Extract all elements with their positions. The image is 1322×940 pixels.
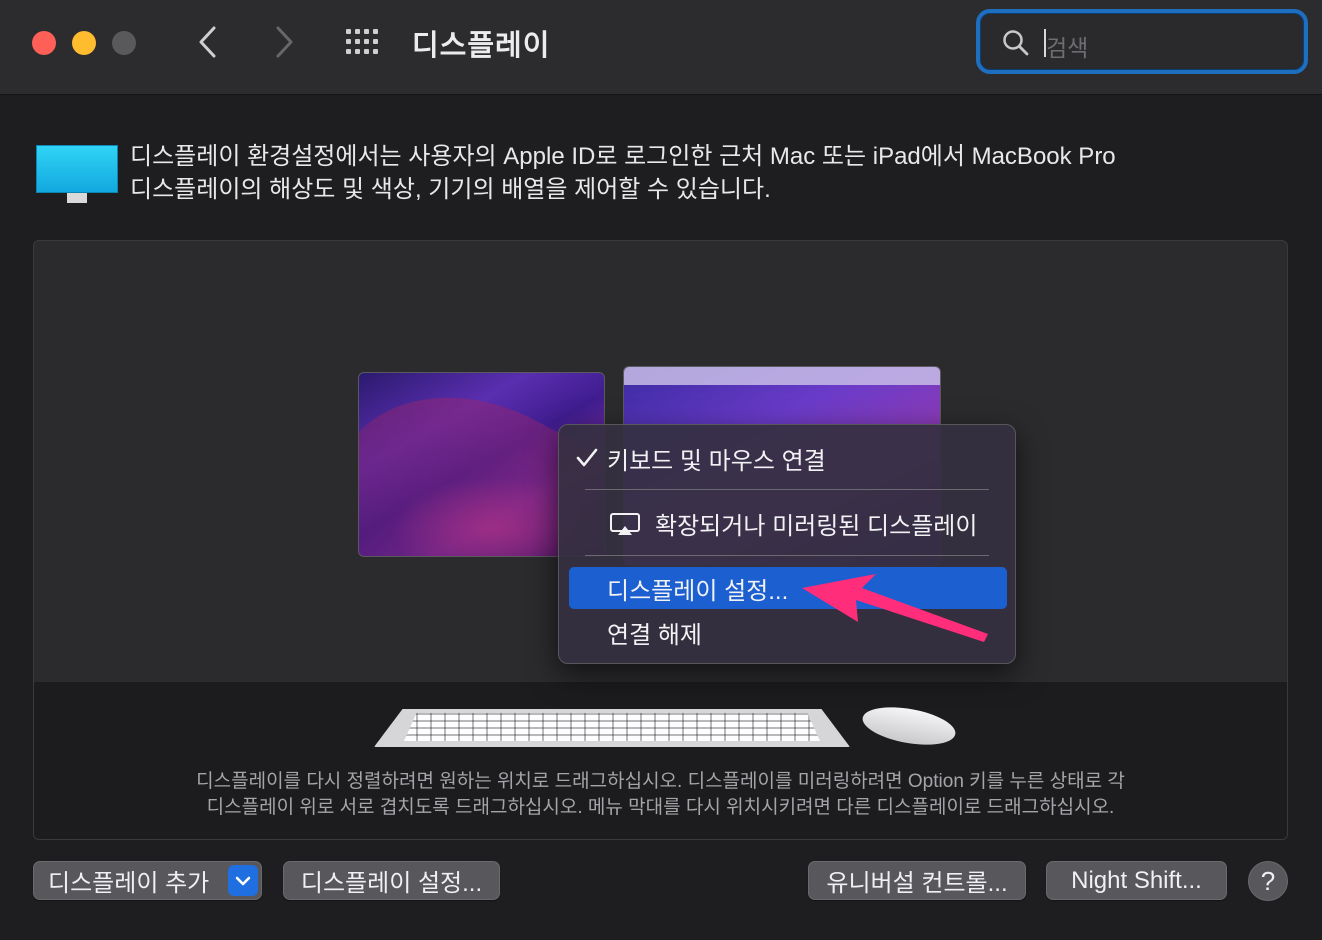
window-title: 디스플레이 xyxy=(412,30,551,62)
forward-button[interactable] xyxy=(266,20,302,64)
close-window-button[interactable] xyxy=(32,31,56,55)
header-description: 디스플레이 환경설정에서는 사용자의 Apple ID로 로그인한 근처 Mac… xyxy=(130,140,1210,206)
airplay-icon xyxy=(610,513,640,535)
checkmark-icon xyxy=(576,448,598,467)
show-all-button[interactable] xyxy=(344,27,384,57)
display-icon xyxy=(36,145,118,205)
display-settings-button[interactable]: 디스플레이 설정... xyxy=(283,861,500,900)
add-display-label: 디스플레이 추가 xyxy=(48,870,210,897)
menu-item-keyboard-mouse-link[interactable]: 키보드 및 마우스 연결 xyxy=(569,437,1007,479)
night-shift-button[interactable]: Night Shift... xyxy=(1046,861,1227,900)
menu-item-label: 확장되거나 미러링된 디스플레이 xyxy=(655,512,978,540)
search-icon xyxy=(1003,30,1029,56)
back-button[interactable] xyxy=(190,20,226,64)
search-placeholder: 검색 xyxy=(1046,35,1089,61)
universal-control-button[interactable]: 유니버설 컨트롤... xyxy=(808,861,1026,900)
arrangement-help-text: 디스플레이를 다시 정렬하려면 원하는 위치로 드래그하십시오. 디스플레이를 … xyxy=(34,769,1287,821)
menu-item-label: 디스플레이 설정... xyxy=(607,577,789,605)
search-field[interactable]: 검색 xyxy=(976,9,1308,74)
menu-item-label: 연결 해제 xyxy=(607,621,702,649)
arrangement-help-line-1: 디스플레이를 다시 정렬하려면 원하는 위치로 드래그하십시오. 디스플레이를 … xyxy=(196,771,1125,792)
help-button[interactable]: ? xyxy=(1248,861,1288,901)
menu-item-label: 키보드 및 마우스 연결 xyxy=(607,447,826,475)
annotation-arrow xyxy=(802,574,988,642)
add-display-button[interactable]: 디스플레이 추가 xyxy=(33,861,262,900)
menu-item-extend-or-mirror[interactable]: 확장되거나 미러링된 디스플레이 xyxy=(569,502,1007,544)
arrangement-help-line-2: 디스플레이 위로 서로 겹치도록 드래그하십시오. 메뉴 막대를 다시 위치시키… xyxy=(206,797,1115,818)
minimize-window-button[interactable] xyxy=(72,31,96,55)
title-bar: 디스플레이 검색 xyxy=(0,0,1322,95)
keyboard-icon xyxy=(374,709,850,747)
add-display-dropdown[interactable] xyxy=(228,865,258,896)
header-description-line-1: 디스플레이 환경설정에서는 사용자의 Apple ID로 로그인한 근처 Mac… xyxy=(130,143,1116,170)
header-description-line-2: 디스플레이의 해상도 및 색상, 기기의 배열을 제어할 수 있습니다. xyxy=(130,176,771,203)
chevron-right-icon xyxy=(276,26,293,58)
chevron-down-icon xyxy=(235,876,251,885)
menu-separator xyxy=(585,555,989,556)
zoom-window-button[interactable] xyxy=(112,31,136,55)
chevron-left-icon xyxy=(199,26,216,58)
menu-bar-indicator[interactable] xyxy=(624,367,940,385)
menu-separator xyxy=(585,489,989,490)
